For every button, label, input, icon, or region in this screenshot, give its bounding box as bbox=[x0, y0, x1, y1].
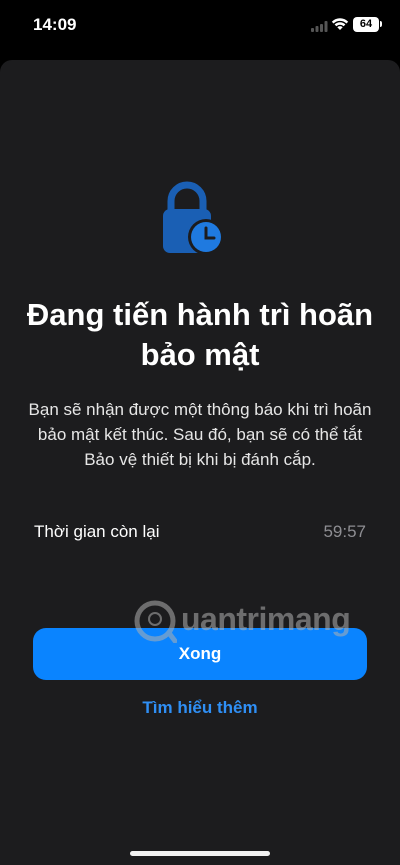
status-bar: 14:09 64 bbox=[0, 0, 400, 52]
signal-icon bbox=[311, 21, 328, 32]
time-remaining-label: Thời gian còn lại bbox=[34, 522, 160, 541]
lock-clock-icon bbox=[163, 181, 224, 255]
status-time: 14:09 bbox=[33, 15, 77, 34]
time-remaining-value: 59:57 bbox=[323, 522, 366, 541]
watermark: uantrimang bbox=[133, 597, 358, 645]
battery-nub bbox=[380, 21, 382, 27]
page-title: Đang tiến hành trì hoãn bảo mật bbox=[26, 297, 374, 372]
time-remaining-row: Thời gian còn lại 59:57 bbox=[34, 522, 366, 546]
learn-more-link[interactable]: Tìm hiểu thêm bbox=[0, 698, 400, 718]
watermark-text: uantrimang bbox=[181, 601, 351, 637]
watermark-logo-icon bbox=[134, 600, 177, 643]
battery-icon: 64 bbox=[353, 17, 379, 32]
wifi-icon bbox=[331, 18, 349, 30]
description-text: Bạn sẽ nhận được một thông báo khi trì h… bbox=[28, 400, 372, 469]
home-indicator[interactable] bbox=[130, 851, 270, 856]
